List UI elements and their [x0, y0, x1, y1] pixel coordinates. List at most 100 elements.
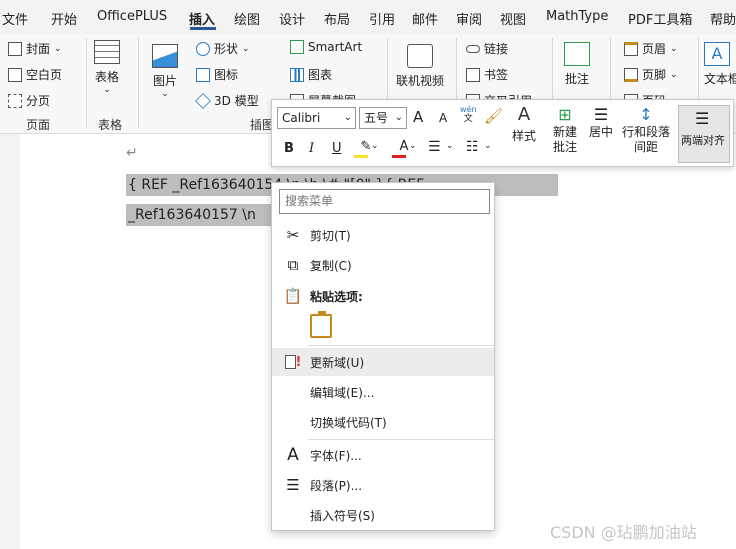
header-button[interactable]: 页眉 ⌄: [624, 40, 678, 57]
tab-references[interactable]: 引用: [369, 9, 395, 28]
clipboard-icon: 📋: [283, 287, 303, 305]
smartart-button[interactable]: SmartArt: [290, 40, 362, 54]
tab-layout[interactable]: 布局: [324, 9, 350, 28]
line-spacing-button[interactable]: ↕ 行和段落 间距: [622, 107, 670, 155]
menu-item-label: 编辑域(E)...: [310, 385, 375, 400]
3d-model-button[interactable]: 3D 模型: [195, 92, 259, 109]
bookmark-button[interactable]: 书签: [466, 66, 508, 83]
comment-plus-icon: ⊞: [558, 105, 572, 124]
menu-item-insert-symbol[interactable]: 插入符号(S): [272, 501, 494, 529]
icons-icon: [196, 67, 210, 82]
video-globe-icon: [407, 44, 433, 68]
bold-button[interactable]: B: [284, 141, 294, 156]
justify-button[interactable]: ☰ 两端对齐: [678, 105, 730, 163]
menu-item-font[interactable]: A 字体(F)...: [272, 441, 494, 469]
format-painter-icon[interactable]: 🖌: [484, 107, 503, 125]
center-button[interactable]: ☰ 居中: [589, 107, 613, 140]
chevron-down-icon: ⌄: [670, 69, 678, 80]
menu-item-label: 段落(P)...: [310, 478, 363, 493]
cover-page-icon: [8, 41, 22, 56]
footer-button[interactable]: 页脚 ⌄: [624, 66, 678, 83]
menu-item-label: 更新域(U): [310, 355, 365, 370]
picture-icon: [152, 44, 178, 68]
group-separator: [86, 38, 87, 128]
menu-item-update-field[interactable]: ! 更新域(U): [272, 348, 494, 376]
tab-officeplus[interactable]: OfficePLUS: [97, 9, 167, 24]
font-color-button[interactable]: A ⌄: [390, 139, 418, 159]
comment-button[interactable]: 批注: [564, 42, 590, 87]
context-menu: 搜索菜单 ✂ 剪切(T) ⧉ 复制(C) 📋 粘贴选项: ! 更新域(U) 编辑…: [271, 182, 495, 531]
tab-design[interactable]: 设计: [279, 9, 305, 28]
shapes-label: 形状: [214, 42, 239, 56]
tab-draw[interactable]: 绘图: [234, 9, 260, 28]
cube-icon: [195, 92, 211, 109]
font-name-select[interactable]: Calibri ⌄: [277, 107, 356, 129]
cover-page-button[interactable]: 封面 ⌄: [8, 40, 62, 57]
menu-item-paragraph[interactable]: ☰ 段落(P)...: [272, 471, 494, 499]
tab-mailings[interactable]: 邮件: [412, 9, 438, 28]
bullet-list-icon[interactable]: ☰: [428, 139, 441, 155]
tab-review[interactable]: 审阅: [456, 9, 482, 28]
tab-file[interactable]: 文件: [2, 9, 28, 28]
link-label: 链接: [484, 42, 509, 56]
tab-mathtype[interactable]: MathType: [546, 9, 608, 24]
active-tab-indicator: [190, 27, 216, 30]
menu-item-copy[interactable]: ⧉ 复制(C): [272, 251, 494, 279]
chevron-down-icon: ⌄: [670, 43, 678, 54]
group-separator: [138, 38, 139, 128]
chevron-down-icon: ⌄: [242, 43, 250, 54]
menu-search-input[interactable]: 搜索菜单: [279, 189, 490, 214]
font-color-letter: A: [399, 139, 409, 154]
italic-button[interactable]: I: [309, 141, 314, 156]
table-button[interactable]: 表格 ⌄: [94, 40, 120, 95]
tab-help[interactable]: 帮助: [710, 9, 736, 28]
link-button[interactable]: 链接: [466, 40, 508, 57]
font-size-select[interactable]: 五号 ⌄: [359, 107, 407, 129]
tab-insert[interactable]: 插入: [189, 9, 215, 28]
shapes-button[interactable]: 形状 ⌄: [196, 40, 250, 57]
blank-page-button[interactable]: 空白页: [8, 66, 62, 83]
menu-item-edit-field[interactable]: 编辑域(E)...: [272, 378, 494, 406]
font-icon: A: [287, 445, 299, 465]
bookmark-icon: [466, 67, 480, 82]
smartart-icon: [290, 40, 304, 54]
footer-icon: [624, 67, 638, 82]
page-break-button[interactable]: 分页: [8, 92, 50, 109]
chart-button[interactable]: 图表: [290, 66, 332, 83]
underline-button[interactable]: U: [332, 141, 342, 156]
bookmark-label: 书签: [484, 68, 509, 82]
icons-button[interactable]: 图标: [196, 66, 238, 83]
cover-page-label: 封面: [26, 42, 51, 56]
tab-view[interactable]: 视图: [500, 9, 526, 28]
paste-options-label: 粘贴选项:: [310, 289, 363, 304]
new-comment-button[interactable]: ⊞ 新建 批注: [553, 107, 577, 155]
text-box-button[interactable]: A 文本框: [704, 42, 736, 87]
menu-separator: [308, 439, 494, 440]
chevron-down-icon: ⌄: [343, 112, 352, 123]
picture-button[interactable]: 图片 ⌄: [152, 44, 178, 99]
menu-item-label: 切换域代码(T): [310, 415, 387, 430]
grow-font-button[interactable]: A: [413, 108, 423, 126]
phonetic-guide-button[interactable]: wén 文: [460, 105, 477, 124]
numbered-list-icon[interactable]: ☷: [466, 139, 479, 155]
chevron-down-icon: ⌄: [161, 89, 169, 99]
tab-home[interactable]: 开始: [51, 9, 77, 28]
shrink-font-button[interactable]: A: [439, 111, 447, 125]
field-code-text-continued[interactable]: _Ref163640157 \n: [126, 204, 276, 226]
styles-button[interactable]: A 样式: [512, 106, 536, 144]
menu-item-cut[interactable]: ✂ 剪切(T): [272, 221, 494, 249]
highlight-button[interactable]: ✎ ⌄: [352, 139, 380, 159]
phonetic-guide-top: wén: [460, 105, 477, 114]
paste-keep-text-icon[interactable]: [310, 311, 332, 338]
paragraph-icon: ☰: [286, 476, 300, 494]
tab-pdf-tools[interactable]: PDF工具箱: [628, 9, 692, 28]
line-spacing-icon: ↕: [639, 105, 653, 124]
line-spacing-label-2: 间距: [634, 140, 659, 154]
chevron-down-icon: ⌄: [394, 112, 403, 123]
chevron-down-icon: ⌄: [54, 43, 62, 54]
comment-plus-icon: [564, 42, 590, 66]
smartart-label: SmartArt: [308, 40, 363, 54]
online-video-button[interactable]: 联机视频: [396, 44, 444, 89]
table-label: 表格: [94, 70, 119, 84]
menu-item-toggle-field-codes[interactable]: 切换域代码(T): [272, 408, 494, 436]
